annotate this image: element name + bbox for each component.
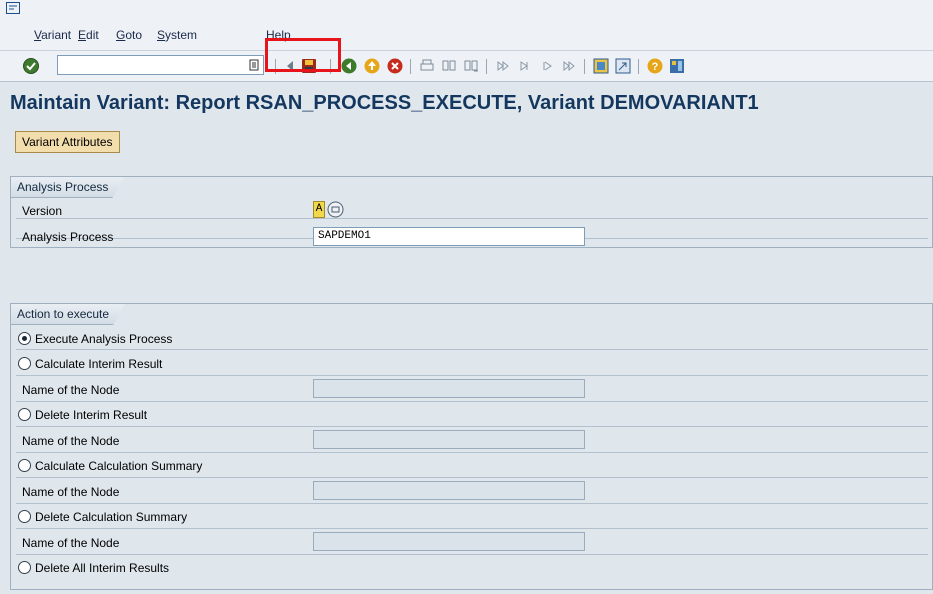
radio-label: Calculate Interim Result [35,357,163,371]
print-icon[interactable] [418,57,436,75]
menu-edit[interactable]: Edit [78,28,99,42]
analysis-process-label: Analysis Process [22,230,114,244]
radio-button[interactable] [18,459,31,472]
create-session-icon[interactable] [592,57,610,75]
command-history-icon[interactable] [249,59,259,71]
radio-delete-summary[interactable]: Delete Calculation Summary [18,508,187,526]
find-next-icon[interactable] [462,57,480,75]
variant-attributes-button[interactable]: Variant Attributes [15,131,120,153]
menu-bar: Variant Edit Goto System Help [0,0,933,51]
node-name-label-1: Name of the Node [22,383,120,397]
command-field[interactable] [57,55,264,75]
node-name-field-3 [313,481,585,500]
menu-goto[interactable]: Goto [116,28,142,42]
node-name-label-2: Name of the Node [22,434,120,448]
radio-delete-interim[interactable]: Delete Interim Result [18,406,147,424]
radio-button[interactable] [18,357,31,370]
menu-corner-icon[interactable] [6,2,20,14]
radio-label: Execute Analysis Process [35,332,173,346]
analysis-process-header: Analysis Process [11,177,124,198]
last-page-icon[interactable] [560,57,578,75]
menu-variant[interactable]: Variant [34,28,71,42]
node-name-label-3: Name of the Node [22,485,120,499]
radio-calculate-interim[interactable]: Calculate Interim Result [18,355,162,373]
node-name-field-2 [313,430,585,449]
help-icon[interactable]: ? [646,57,664,75]
enter-check-icon[interactable] [22,57,40,75]
menu-system[interactable]: System [157,28,197,42]
node-name-label-4: Name of the Node [22,536,120,550]
radio-calculate-summary[interactable]: Calculate Calculation Summary [18,457,202,475]
analysis-process-field[interactable]: SAPDEMO1 [313,227,585,246]
page-title: Maintain Variant: Report RSAN_PROCESS_EX… [10,92,759,114]
radio-label: Delete Interim Result [35,408,148,422]
next-page-icon[interactable] [538,57,556,75]
radio-button[interactable] [18,561,31,574]
radio-button[interactable] [18,332,31,345]
first-page-icon[interactable] [494,57,512,75]
radio-label: Calculate Calculation Summary [35,459,203,473]
version-field[interactable]: A [313,201,325,218]
radio-button[interactable] [18,510,31,523]
cancel-icon[interactable] [386,57,404,75]
node-name-field-4 [313,532,585,551]
exit-icon[interactable] [363,57,381,75]
radio-label: Delete Calculation Summary [35,510,188,524]
version-label: Version [22,204,63,218]
version-options-icon[interactable] [327,201,344,218]
application-toolbar [0,123,933,161]
back-icon[interactable] [340,57,358,75]
layout-menu-icon[interactable] [668,57,686,75]
radio-delete-all-interim[interactable]: Delete All Interim Results [18,559,169,577]
radio-button[interactable] [18,408,31,421]
find-icon[interactable] [440,57,458,75]
action-to-execute-header: Action to execute [11,304,125,325]
svg-text:?: ? [652,61,659,73]
save-highlight-box [265,38,341,72]
radio-label: Delete All Interim Results [35,561,170,575]
previous-page-icon[interactable] [516,57,534,75]
radio-execute-analysis[interactable]: Execute Analysis Process [18,330,172,348]
node-name-field-1 [313,379,585,398]
shortcut-icon[interactable] [614,57,632,75]
